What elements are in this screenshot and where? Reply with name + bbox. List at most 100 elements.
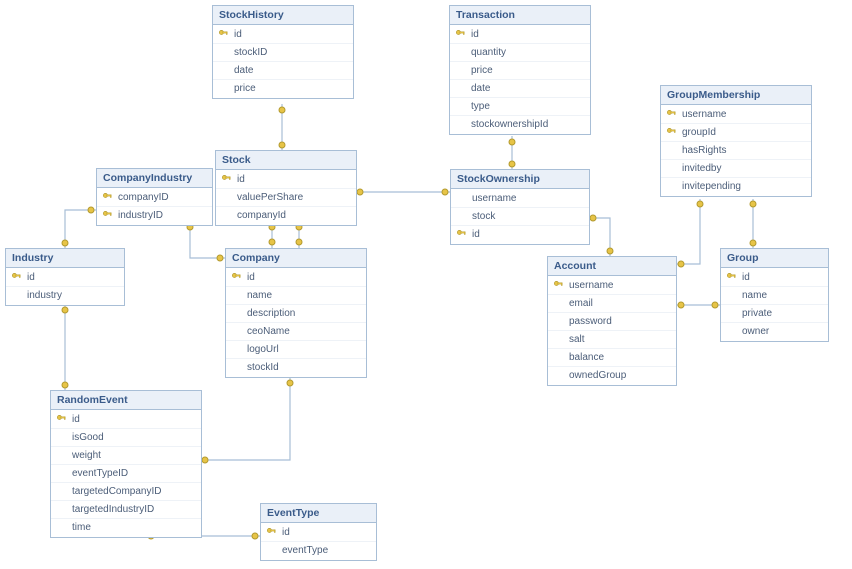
field-name: description (247, 308, 295, 319)
key-icon (456, 229, 467, 240)
entity-field-row: stock (451, 208, 589, 226)
key-icon (666, 127, 677, 138)
entity-industry[interactable]: Industryidindustry (5, 248, 125, 306)
blank-icon (666, 163, 677, 174)
field-name: private (742, 308, 772, 319)
entity-field-row: description (226, 305, 366, 323)
field-name: id (234, 29, 242, 40)
entity-field-row: owner (721, 323, 828, 340)
field-name: price (234, 83, 256, 94)
entity-field-row: stockownershipId (450, 116, 590, 133)
entity-field-row: id (213, 26, 353, 44)
entity-field-row: hasRights (661, 142, 811, 160)
entity-field-row: username (661, 106, 811, 124)
entity-field-row: private (721, 305, 828, 323)
key-icon (666, 109, 677, 120)
blank-icon (56, 486, 67, 497)
field-name: balance (569, 352, 604, 363)
entity-title: Company (226, 249, 366, 268)
entity-field-row: stockId (226, 359, 366, 376)
entity-stockhistory[interactable]: StockHistoryidstockIDdateprice (212, 5, 354, 99)
field-name: eventTypeID (72, 468, 128, 479)
blank-icon (726, 326, 737, 337)
field-name: price (471, 65, 493, 76)
entity-company[interactable]: CompanyidnamedescriptionceoNamelogoUrlst… (225, 248, 367, 378)
entity-field-row: targetedIndustryID (51, 501, 201, 519)
entity-title: Stock (216, 151, 356, 170)
entity-account[interactable]: Accountusernameemailpassword salt balance o… (547, 256, 677, 386)
field-name: stockID (234, 47, 267, 58)
entity-field-row: id (226, 269, 366, 287)
blank-icon (221, 192, 232, 203)
blank-icon (553, 352, 564, 363)
field-name: username (682, 109, 726, 120)
entity-stockownership[interactable]: StockOwnershipusernamestockid (450, 169, 590, 245)
entity-field-row: username (451, 190, 589, 208)
entity-body: id stockID date price (213, 25, 353, 98)
field-name: id (282, 527, 290, 538)
field-name: weight (72, 450, 101, 461)
field-name: date (234, 65, 253, 76)
blank-icon (11, 290, 22, 301)
entity-field-row: id (451, 226, 589, 243)
field-name: name (247, 290, 272, 301)
entity-body: usernameemailpassword salt balance ownedGro… (548, 276, 676, 385)
blank-icon (726, 308, 737, 319)
entity-field-row: ownedGroup (548, 367, 676, 384)
field-name: salt (569, 334, 585, 345)
entity-body: companyID industryID (97, 188, 212, 225)
field-name: id (247, 272, 255, 283)
field-name: quantity (471, 47, 506, 58)
field-name: companyId (237, 210, 286, 221)
key-icon (726, 272, 737, 283)
field-name: id (472, 229, 480, 240)
field-name: date (471, 83, 490, 94)
entity-companyindustry[interactable]: CompanyIndustrycompanyIDindustryID (96, 168, 213, 226)
blank-icon (231, 308, 242, 319)
entity-field-row: industry (6, 287, 124, 304)
entity-title: EventType (261, 504, 376, 523)
blank-icon (456, 211, 467, 222)
key-icon (218, 29, 229, 40)
field-name: eventType (282, 545, 328, 556)
entity-eventtype[interactable]: EventType id eventType (260, 503, 377, 561)
field-name: valuePerShare (237, 192, 303, 203)
entity-field-row: id (216, 171, 356, 189)
entity-field-row: date (450, 80, 590, 98)
entity-field-row: password (548, 313, 676, 331)
entity-group[interactable]: Groupidnameprivateowner (720, 248, 829, 342)
key-icon (266, 527, 277, 538)
field-name: type (471, 101, 490, 112)
entity-field-row: companyID (97, 189, 212, 207)
entity-body: id eventType (261, 523, 376, 560)
entity-groupmembership[interactable]: GroupMembershipusernamegroupIdhasRightsi… (660, 85, 812, 197)
entity-field-row: email (548, 295, 676, 313)
key-icon (231, 272, 242, 283)
entity-field-row: invitepending (661, 178, 811, 195)
entity-field-row: balance (548, 349, 676, 367)
entity-field-row: username (548, 277, 676, 295)
field-name: companyID (118, 192, 169, 203)
field-name: industryID (118, 210, 163, 221)
entity-title: Industry (6, 249, 124, 268)
field-name: name (742, 290, 767, 301)
field-name: id (237, 174, 245, 185)
entity-title: Account (548, 257, 676, 276)
blank-icon (666, 145, 677, 156)
blank-icon (231, 290, 242, 301)
field-name: targetedIndustryID (72, 504, 154, 515)
blank-icon (666, 181, 677, 192)
blank-icon (56, 522, 67, 533)
entity-title: RandomEvent (51, 391, 201, 410)
entity-transaction[interactable]: Transactionidquantitypricedatetypestocko… (449, 5, 591, 135)
entity-field-row: time (51, 519, 201, 536)
key-icon (102, 192, 113, 203)
entity-field-row: valuePerShare (216, 189, 356, 207)
field-name: stock (472, 211, 495, 222)
entity-field-row: price (450, 62, 590, 80)
entity-stock[interactable]: Stock id valuePerShare companyId (215, 150, 357, 226)
entity-randomevent[interactable]: RandomEventidisGoodweighteventTypeIDtarg… (50, 390, 202, 538)
field-name: targetedCompanyID (72, 486, 162, 497)
blank-icon (56, 432, 67, 443)
entity-title: Group (721, 249, 828, 268)
